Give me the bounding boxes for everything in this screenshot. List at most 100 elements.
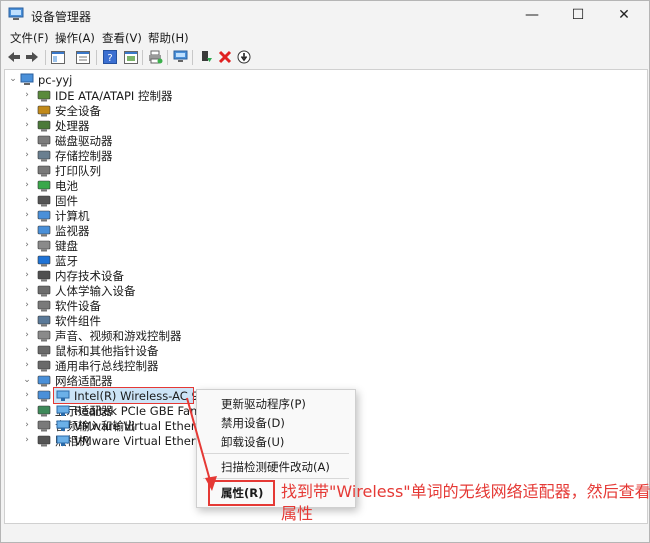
chevron-right-icon[interactable]: › (22, 284, 32, 296)
properties-sheet-icon[interactable] (75, 49, 91, 65)
disable-device-icon[interactable] (236, 49, 252, 65)
menu-view[interactable]: 查看(V) (102, 30, 142, 46)
device-manager-window: 设备管理器 — ☐ ✕ 文件(F) 操作(A) 查看(V) 帮助(H) ? ⌄ … (0, 0, 650, 543)
software-component-icon (37, 314, 51, 327)
chevron-right-icon[interactable]: › (22, 299, 32, 311)
close-button[interactable]: ✕ (601, 1, 647, 29)
tree-category-item[interactable]: 人体学输入设备 (37, 283, 136, 298)
uninstall-device-icon[interactable] (217, 49, 233, 65)
network-adapter-icon (37, 374, 51, 387)
menu-item-scan-hardware[interactable]: 扫描检测硬件改动(A) (221, 459, 330, 475)
chevron-right-icon[interactable]: › (22, 194, 32, 206)
tree-item-intel-wireless[interactable]: Intel(R) Wireless-AC 9462 (53, 387, 221, 404)
battery-icon (37, 179, 51, 192)
memory-device-icon (37, 269, 51, 282)
chevron-right-icon[interactable]: › (22, 104, 32, 116)
chevron-right-icon[interactable]: › (22, 119, 32, 131)
computer-icon (20, 73, 34, 86)
tree-category-item[interactable]: 软件组件 (37, 313, 101, 328)
tree-category-item[interactable]: 网络适配器 (37, 373, 113, 388)
device-manager-icon (8, 7, 24, 20)
menu-help[interactable]: 帮助(H) (148, 30, 189, 46)
svg-text:?: ? (107, 53, 112, 64)
chevron-right-icon[interactable]: › (22, 209, 32, 221)
tree-category-item[interactable]: 键盘 (37, 238, 78, 253)
chevron-right-icon[interactable]: › (22, 239, 32, 251)
processor-icon (37, 119, 51, 132)
chevron-right-icon[interactable]: › (22, 149, 32, 161)
tree-category-item[interactable]: 存储控制器 (37, 148, 113, 163)
tree-category-item[interactable]: 蓝牙 (37, 253, 78, 268)
tree-category-item[interactable]: 固件 (37, 193, 78, 208)
camera-icon (37, 434, 51, 447)
toolbar-separator (142, 50, 143, 65)
tree-category-item[interactable]: 通用串行总线控制器 (37, 358, 159, 373)
chevron-right-icon[interactable]: › (22, 89, 32, 101)
usb-icon (37, 359, 51, 372)
bluetooth-icon (37, 254, 51, 267)
help-icon[interactable]: ? (102, 49, 118, 65)
chevron-right-icon[interactable]: › (22, 344, 32, 356)
tree-category-item[interactable]: 处理器 (37, 118, 90, 133)
menu-item-disable-device[interactable]: 禁用设备(D) (221, 415, 285, 431)
chevron-right-icon[interactable]: › (22, 179, 32, 191)
tree-category-item[interactable]: 声音、视频和游戏控制器 (37, 328, 182, 343)
tree-category-label: 软件组件 (55, 313, 101, 328)
print-icon[interactable] (147, 49, 163, 65)
chevron-right-icon[interactable]: › (22, 419, 32, 431)
tree-category-label: 监视器 (55, 223, 90, 238)
computer-icon (37, 209, 51, 222)
tree-category-item[interactable]: 打印队列 (37, 163, 101, 178)
minimize-button[interactable]: — (509, 1, 555, 29)
tree-root-label: pc-yyj (38, 72, 73, 87)
tree-category-label: 声音、视频和游戏控制器 (55, 328, 182, 343)
back-arrow-icon[interactable] (6, 49, 22, 65)
chevron-right-icon[interactable]: › (22, 434, 32, 446)
audio-io-icon (37, 419, 51, 432)
maximize-button[interactable]: ☐ (555, 1, 601, 29)
tree-category-item[interactable]: 安全设备 (37, 103, 101, 118)
keyboard-icon (37, 239, 51, 252)
forward-arrow-icon[interactable] (24, 49, 40, 65)
scan-hardware-icon[interactable] (172, 49, 188, 65)
chevron-right-icon[interactable]: › (22, 404, 32, 416)
chevron-right-icon[interactable]: › (22, 314, 32, 326)
tree-category-label: 存储控制器 (55, 148, 113, 163)
chevron-right-icon[interactable]: › (22, 389, 32, 401)
tree-category-item[interactable]: 计算机 (37, 208, 90, 223)
tree-category-label: 蓝牙 (55, 253, 78, 268)
window-title: 设备管理器 (31, 10, 92, 24)
monitor-icon (37, 224, 51, 237)
tree-category-item[interactable]: 磁盘驱动器 (37, 133, 113, 148)
menu-separator (203, 453, 349, 454)
tree-category-item[interactable]: 内存技术设备 (37, 268, 124, 283)
chevron-down-icon[interactable]: ⌄ (8, 73, 18, 85)
storage-controller-icon (37, 149, 51, 162)
tree-category-item[interactable]: 监视器 (37, 223, 90, 238)
chevron-right-icon[interactable]: › (22, 164, 32, 176)
chevron-down-icon[interactable]: ⌄ (22, 374, 32, 386)
menu-item-uninstall-device[interactable]: 卸载设备(U) (221, 434, 284, 450)
menu-action[interactable]: 操作(A) (55, 30, 95, 46)
update-driver-icon[interactable] (198, 49, 214, 65)
chevron-right-icon[interactable]: › (22, 224, 32, 236)
tree-category-item[interactable]: IDE ATA/ATAPI 控制器 (37, 88, 172, 103)
chevron-right-icon[interactable]: › (22, 269, 32, 281)
chevron-right-icon[interactable]: › (22, 134, 32, 146)
view-resources-icon[interactable] (123, 49, 139, 65)
tree-category-item[interactable]: 鼠标和其他指针设备 (37, 343, 159, 358)
chevron-right-icon[interactable]: › (22, 329, 32, 341)
chevron-right-icon[interactable]: › (22, 254, 32, 266)
show-hide-console-tree-icon[interactable] (50, 49, 66, 65)
menu-file[interactable]: 文件(F) (10, 30, 49, 46)
tree-root-node[interactable]: pc-yyj (20, 72, 72, 87)
toolbar-separator (167, 50, 168, 65)
tree-category-item[interactable]: 电池 (37, 178, 78, 193)
menu-item-update-driver[interactable]: 更新驱动程序(P) (221, 396, 306, 412)
system-device-icon (37, 389, 51, 402)
network-adapter-icon (56, 404, 70, 417)
chevron-right-icon[interactable]: › (22, 359, 32, 371)
network-adapter-icon (56, 389, 70, 402)
tree-category-item[interactable]: 软件设备 (37, 298, 101, 313)
tree-category-label: 打印队列 (55, 163, 101, 178)
